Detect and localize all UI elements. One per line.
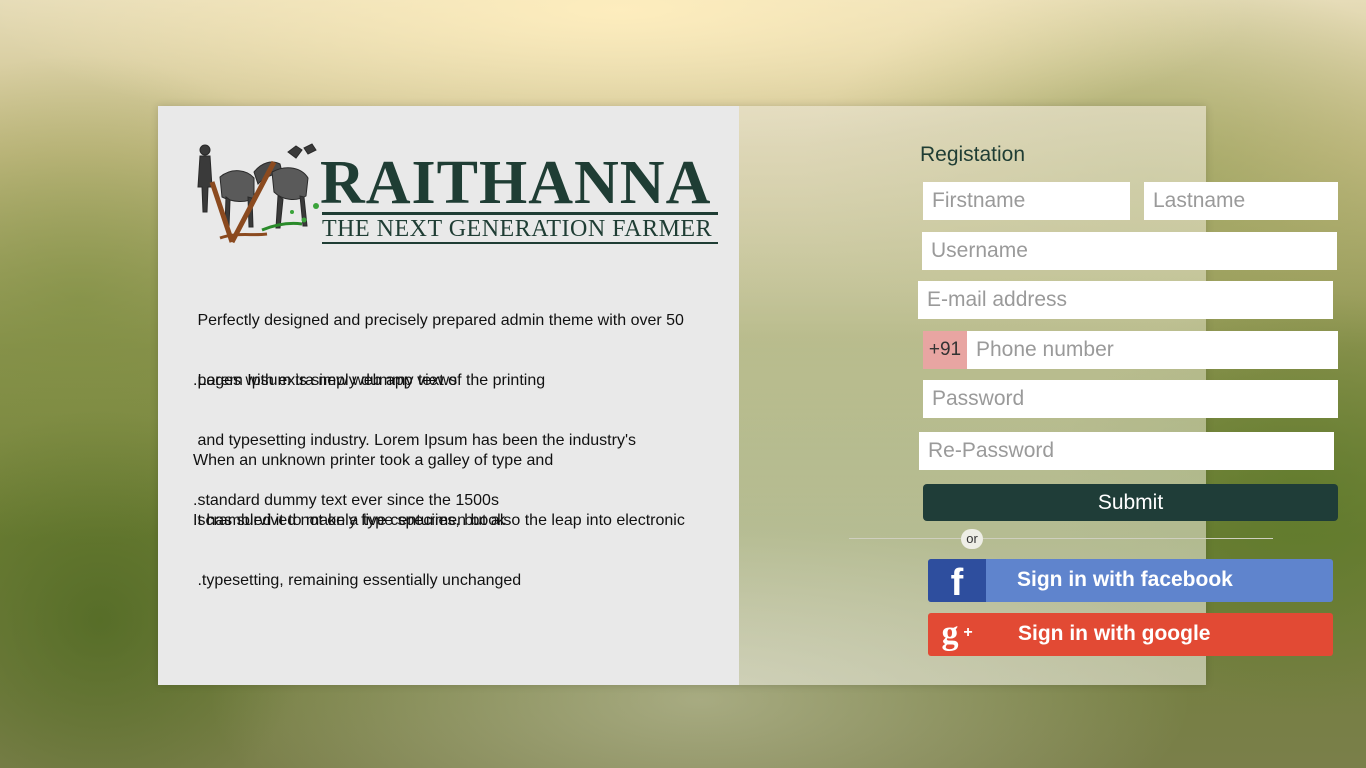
brand-underline: [322, 212, 718, 215]
svg-text:+: +: [963, 624, 972, 641]
facebook-signin-button[interactable]: f Sign in with facebook: [928, 559, 1333, 602]
submit-button[interactable]: Submit: [923, 484, 1338, 521]
brand-logo: RAITHANNA THE NEXT GENERATION FARMER: [192, 142, 718, 246]
info-paragraph-4: It has survived not only five centuries,…: [193, 471, 685, 631]
form-title: Registation: [919, 143, 1026, 166]
password-input[interactable]: [923, 380, 1338, 418]
username-input[interactable]: [922, 232, 1337, 270]
farmer-plough-logo-icon: [197, 143, 319, 244]
google-plus-icon: g +: [928, 613, 986, 656]
firstname-input[interactable]: [923, 182, 1130, 220]
brand-tagline: THE NEXT GENERATION FARMER: [322, 216, 713, 242]
info-line: .typesetting, remaining essentially unch…: [193, 572, 522, 589]
info-line: When an unknown printer took a galley of…: [193, 452, 554, 469]
facebook-icon: f: [928, 559, 986, 602]
info-line: It has survived not only five centuries,…: [193, 512, 685, 529]
or-separator: or: [961, 529, 983, 549]
lastname-input[interactable]: [1144, 182, 1338, 220]
google-signin-label: Sign in with google: [1018, 622, 1211, 645]
divider-line: [983, 538, 1273, 539]
email-input[interactable]: [918, 281, 1333, 319]
registration-form: Registation +91 Submit or f Sign in with…: [739, 106, 1338, 685]
info-pane: RAITHANNA THE NEXT GENERATION FARMER Per…: [158, 106, 739, 685]
info-line: Lorem Ipsum is simply dummy text of the …: [193, 372, 546, 389]
repassword-input[interactable]: [919, 432, 1334, 470]
google-signin-button[interactable]: g + Sign in with google: [928, 613, 1333, 656]
facebook-signin-label: Sign in with facebook: [1017, 568, 1233, 591]
phone-input[interactable]: [967, 331, 1338, 369]
registration-panel: RAITHANNA THE NEXT GENERATION FARMER Per…: [158, 106, 1338, 685]
divider-line-right: [849, 538, 961, 539]
info-line: Perfectly designed and precisely prepare…: [193, 312, 684, 329]
svg-text:f: f: [951, 562, 964, 602]
phone-country-code: +91: [923, 331, 967, 369]
tagline-underline: [322, 242, 718, 244]
svg-text:g: g: [942, 615, 959, 652]
brand-name: RAITHANNA: [320, 149, 712, 217]
